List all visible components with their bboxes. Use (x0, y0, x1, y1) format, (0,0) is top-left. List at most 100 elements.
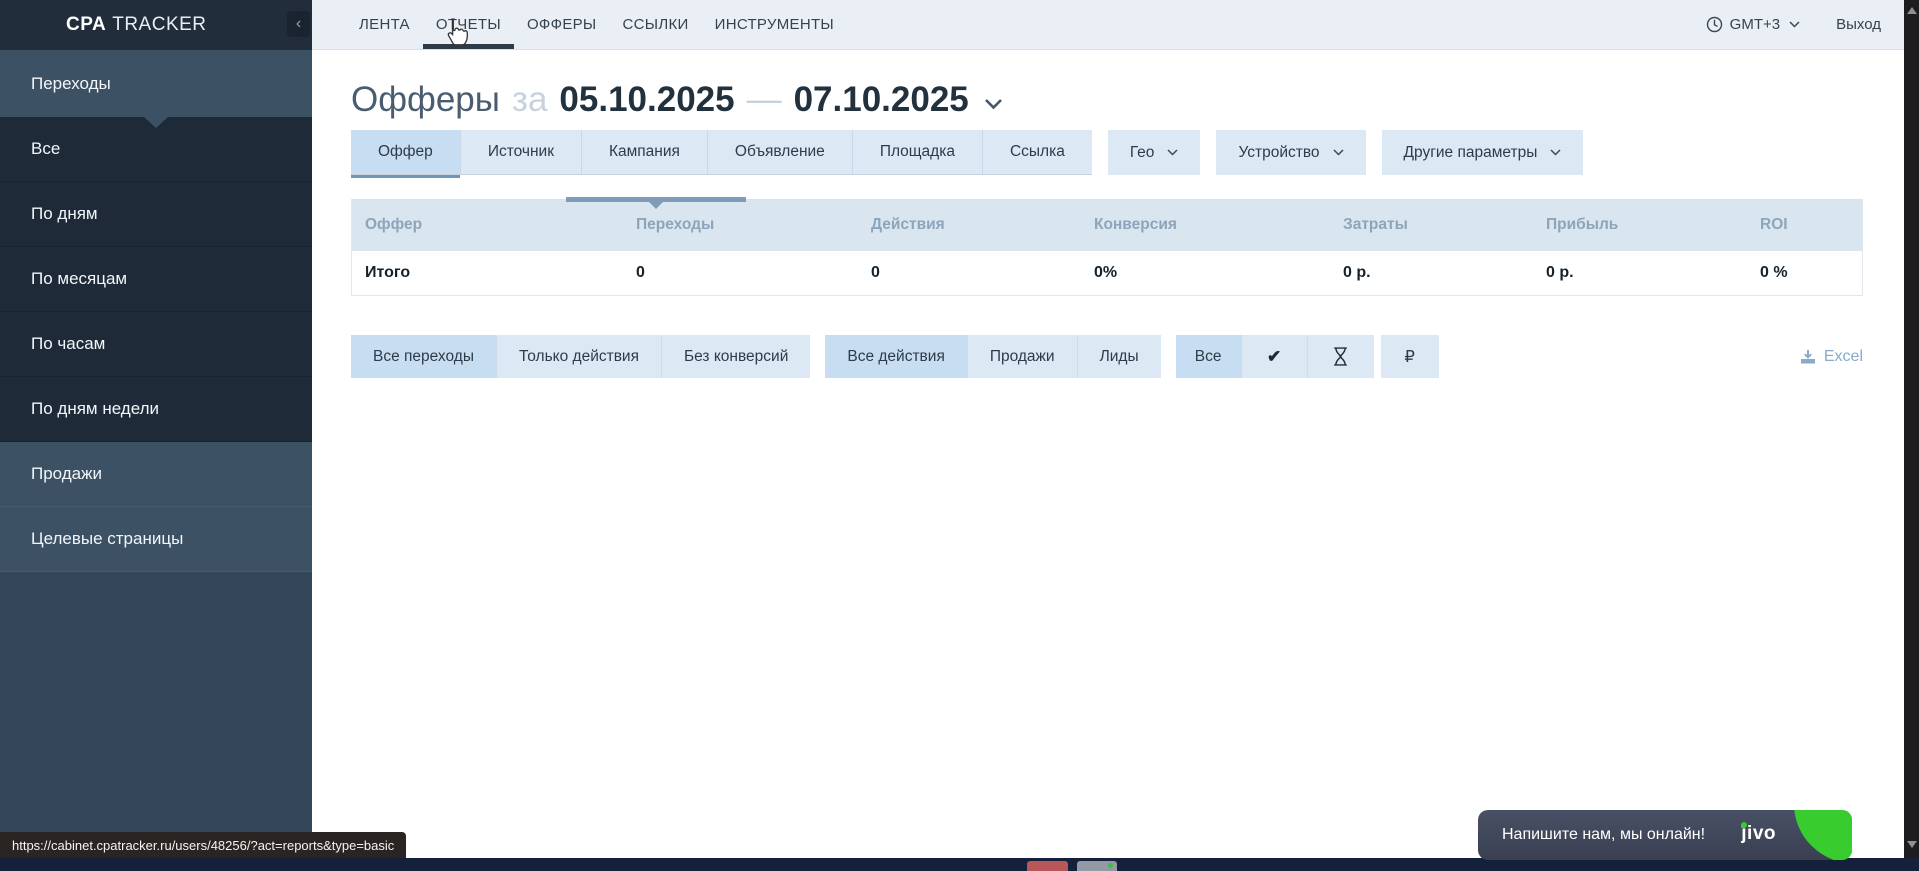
page-title: Офферы за 05.10.2025 — 07.10.2025 (351, 80, 1863, 120)
tab-ssylka[interactable]: Ссылка (983, 130, 1092, 174)
report-table: Оффер Переходы Действия Конверсия Затрат… (351, 199, 1863, 296)
filter-prodazhi[interactable]: Продажи (968, 335, 1078, 378)
logo-brand-rest: TRACKER (112, 14, 206, 36)
chat-widget[interactable]: Напишите нам, мы онлайн! jivo (1478, 810, 1852, 860)
date-range-chevron-icon[interactable] (984, 98, 1003, 110)
title-preposition: за (512, 80, 548, 120)
sidebar-item-label: По месяцам (31, 269, 127, 289)
sidebar-item-label: По часам (31, 334, 105, 354)
hourglass-icon (1333, 347, 1348, 366)
column-header-deystviya[interactable]: Действия (858, 216, 1081, 234)
column-header-roi[interactable]: ROI (1747, 216, 1862, 234)
totals-roi: 0 % (1747, 264, 1862, 282)
sidebar-item-perehody[interactable]: Переходы (0, 50, 312, 117)
filter-label: Только действия (519, 348, 639, 366)
filter-label: Все переходы (373, 348, 474, 366)
filter-label: Лиды (1100, 348, 1139, 366)
jivo-logo: jivo (1741, 823, 1776, 845)
chevron-down-icon[interactable] (1789, 21, 1800, 28)
sidebar-collapse-button[interactable]: ‹ (287, 11, 310, 37)
chat-message: Напишите нам, мы онлайн! (1502, 826, 1705, 844)
sidebar-item-po-dnyam[interactable]: По дням (0, 182, 312, 247)
chevron-down-icon (1333, 149, 1344, 156)
totals-konversiya: 0% (1081, 264, 1330, 282)
filter-vse-deystviya[interactable]: Все действия (825, 335, 967, 378)
date-from[interactable]: 05.10.2025 (559, 80, 734, 120)
tab-istochnik[interactable]: Источник (461, 130, 582, 174)
column-header-offer[interactable]: Оффер (352, 216, 623, 234)
tab-label: Источник (488, 143, 554, 161)
nav-item-offery[interactable]: ОФФЕРЫ (514, 0, 610, 49)
sidebar-item-label: По дням недели (31, 399, 159, 419)
tab-label: Кампания (609, 143, 680, 161)
dropdown-ustroystvo[interactable]: Устройство (1216, 130, 1365, 175)
nav-item-label: ЛЕНТА (359, 16, 410, 33)
filter-vse-perehody[interactable]: Все переходы (351, 335, 497, 378)
column-header-konversiya[interactable]: Конверсия (1081, 216, 1330, 234)
sidebar: CPA TRACKER ‹ Переходы Все По дням По ме… (0, 0, 312, 858)
sort-indicator (566, 197, 746, 202)
report-title: Офферы (351, 80, 500, 120)
taskbar-icon-gray (1077, 861, 1117, 871)
jivo-leaf-icon (1794, 810, 1852, 860)
tab-ploshchadka[interactable]: Площадка (853, 130, 983, 174)
download-icon (1800, 349, 1816, 365)
sidebar-item-label: Все (31, 139, 60, 159)
filters-row: Все переходы Только действия Без конверс… (351, 335, 1863, 378)
column-header-zatraty[interactable]: Затраты (1330, 216, 1533, 234)
tab-offer[interactable]: Оффер (351, 130, 461, 174)
tab-obyavlenie[interactable]: Объявление (708, 130, 853, 174)
column-header-pribyl[interactable]: Прибыль (1533, 216, 1747, 234)
column-header-perehody[interactable]: Переходы (623, 216, 858, 234)
excel-export-link[interactable]: Excel (1800, 348, 1863, 366)
filter-tolko-deystviya[interactable]: Только действия (497, 335, 662, 378)
nav-right: GMT+3 Выход (1706, 0, 1904, 49)
scroll-down-arrow-icon[interactable] (1907, 841, 1917, 848)
dropdown-label: Гео (1130, 144, 1155, 162)
totals-label: Итого (352, 264, 623, 282)
sidebar-item-po-dnyam-nedeli[interactable]: По дням недели (0, 377, 312, 442)
totals-pribyl: 0 р. (1533, 264, 1747, 282)
sidebar-item-po-chasam[interactable]: По часам (0, 312, 312, 377)
filter-status-approved[interactable]: ✔ (1242, 335, 1308, 378)
tab-label: Оффер (378, 143, 433, 161)
nav-item-lenta[interactable]: ЛЕНТА (346, 0, 423, 49)
nav-item-instrumenty[interactable]: ИНСТРУМЕНТЫ (702, 0, 847, 49)
browser-status-url: https://cabinet.cpatracker.ru/users/4825… (0, 832, 406, 858)
totals-deystviya: 0 (858, 264, 1081, 282)
sidebar-item-label: Продажи (31, 464, 102, 484)
filter-label: Без конверсий (684, 348, 788, 366)
scroll-up-arrow-icon[interactable] (1907, 7, 1917, 14)
tab-kampaniya[interactable]: Кампания (582, 130, 708, 174)
logo: CPA TRACKER (0, 0, 312, 50)
timezone-selector[interactable]: GMT+3 (1730, 16, 1780, 33)
sidebar-item-prodazhi[interactable]: Продажи (0, 442, 312, 507)
logo-brand-bold: CPA (66, 14, 106, 36)
date-dash: — (747, 80, 782, 120)
ruble-icon: ₽ (1404, 347, 1415, 367)
tab-label: Объявление (735, 143, 825, 161)
sidebar-item-label: Целевые страницы (31, 529, 183, 549)
clock-icon (1706, 16, 1723, 33)
table-row-totals: Итого 0 0 0% 0 р. 0 р. 0 % (352, 251, 1862, 295)
filter-lidy[interactable]: Лиды (1078, 335, 1161, 378)
chevron-left-icon: ‹ (296, 16, 301, 32)
dropdown-geo[interactable]: Гео (1108, 130, 1201, 175)
actions-filter-group: Все действия Продажи Лиды (825, 335, 1160, 378)
dropdown-label: Другие параметры (1404, 144, 1538, 162)
top-navigation: ЛЕНТА ОТЧЕТЫ ОФФЕРЫ ССЫЛКИ ИНСТРУМЕНТЫ G… (312, 0, 1904, 50)
date-to[interactable]: 07.10.2025 (794, 80, 969, 120)
filter-label: Продажи (990, 348, 1055, 366)
dropdown-drugie-parametry[interactable]: Другие параметры (1382, 130, 1584, 175)
filter-currency-rub[interactable]: ₽ (1381, 335, 1439, 378)
filter-status-vse[interactable]: Все (1176, 335, 1242, 378)
sidebar-item-celevye-stranicy[interactable]: Целевые страницы (0, 507, 312, 572)
logout-link[interactable]: Выход (1836, 16, 1881, 33)
filter-label: Все (1195, 348, 1222, 366)
vertical-scrollbar[interactable] (1904, 0, 1919, 858)
filter-bez-konversiy[interactable]: Без конверсий (662, 335, 810, 378)
filter-status-pending[interactable] (1308, 335, 1374, 378)
tab-label: Ссылка (1010, 143, 1065, 161)
sidebar-item-po-mesyacam[interactable]: По месяцам (0, 247, 312, 312)
nav-item-ssylki[interactable]: ССЫЛКИ (610, 0, 702, 49)
